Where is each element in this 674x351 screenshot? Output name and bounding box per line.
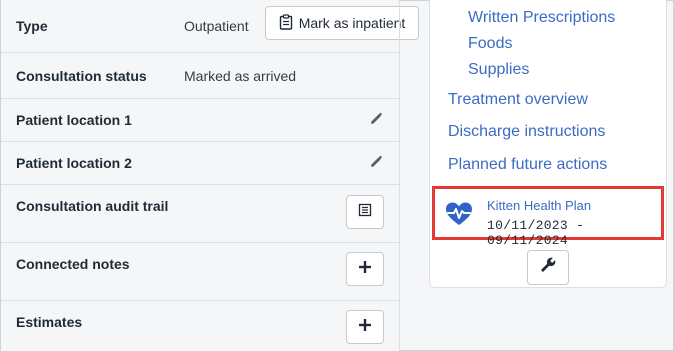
list-document-icon: [358, 203, 372, 222]
health-plan-name[interactable]: Kitten Health Plan: [487, 198, 591, 213]
panel-divider: [399, 0, 400, 351]
wrench-icon: [540, 257, 556, 278]
patient-location-1-label: Patient location 1: [16, 112, 132, 128]
edit-pencil-icon[interactable]: [367, 153, 385, 171]
audit-trail-row: Consultation audit trail: [1, 184, 399, 243]
estimates-label: Estimates: [16, 314, 83, 330]
patient-location-2-label: Patient location 2: [16, 155, 132, 171]
clipboard-icon: [279, 13, 293, 33]
consultation-details-panel: Type Outpatient Mark as inpatient Consul…: [1, 0, 419, 351]
nav-link-foods[interactable]: Foods: [468, 35, 512, 53]
health-plan-dates: 10/11/2023 - 09/11/2024: [487, 218, 585, 248]
consultation-status-label: Consultation status: [16, 68, 147, 84]
audit-trail-button[interactable]: [346, 195, 384, 229]
consultation-status-row: Consultation status Marked as arrived: [1, 52, 399, 99]
add-connected-note-button[interactable]: [346, 252, 384, 286]
audit-trail-label: Consultation audit trail: [16, 198, 169, 214]
estimates-row: Estimates: [1, 300, 399, 351]
settings-wrench-button[interactable]: [527, 250, 569, 285]
nav-link-supplies[interactable]: Supplies: [468, 61, 529, 79]
edit-pencil-icon[interactable]: [367, 110, 385, 128]
heart-pulse-icon: [445, 201, 473, 227]
patient-location-1-row: Patient location 1: [1, 98, 399, 142]
mark-as-inpatient-label: Mark as inpatient: [298, 15, 406, 31]
nav-link-planned-future-actions[interactable]: Planned future actions: [448, 156, 607, 174]
plus-icon: [358, 318, 372, 337]
nav-link-treatment-overview[interactable]: Treatment overview: [448, 91, 588, 109]
type-value: Outpatient: [184, 18, 249, 34]
health-plan-card[interactable]: Kitten Health Plan 10/11/2023 - 09/11/20…: [432, 186, 664, 248]
add-estimate-button[interactable]: [346, 310, 384, 344]
consultation-status-value: Marked as arrived: [184, 68, 297, 84]
nav-link-discharge-instructions[interactable]: Discharge instructions: [448, 123, 605, 141]
connected-notes-label: Connected notes: [16, 256, 130, 272]
type-label: Type: [16, 18, 48, 34]
connected-notes-row: Connected notes: [1, 242, 399, 301]
mark-as-inpatient-button[interactable]: Mark as inpatient: [265, 6, 419, 40]
plus-icon: [358, 260, 372, 279]
type-row: Type Outpatient Mark as inpatient: [1, 0, 419, 53]
patient-location-2-row: Patient location 2: [1, 141, 399, 185]
nav-link-written-prescriptions[interactable]: Written Prescriptions: [468, 9, 615, 27]
